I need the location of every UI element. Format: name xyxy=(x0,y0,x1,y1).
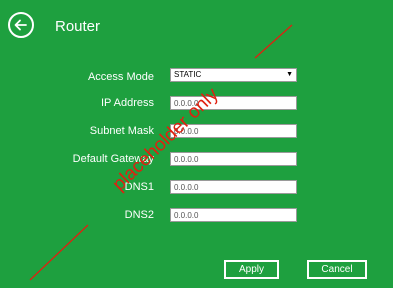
back-button[interactable] xyxy=(8,12,34,38)
dns2-input[interactable] xyxy=(170,208,297,222)
ip-address-label: IP Address xyxy=(101,97,154,109)
arrow-left-icon xyxy=(14,19,27,31)
access-mode-select[interactable]: STATIC ▼ xyxy=(170,68,297,82)
watermark-line-top xyxy=(254,24,293,59)
access-mode-value: STATIC xyxy=(174,70,202,79)
access-mode-label: Access Mode xyxy=(87,71,154,83)
dns1-label: DNS1 xyxy=(124,181,154,193)
placeholder-watermark: placeholder only xyxy=(29,24,293,281)
subnet-mask-label: Subnet Mask xyxy=(89,125,154,137)
default-gateway-input[interactable] xyxy=(170,152,297,166)
default-gateway-label: Default Gateway xyxy=(72,153,154,165)
watermark-line-bottom xyxy=(29,224,89,281)
dns2-label: DNS2 xyxy=(124,209,154,221)
page-title: Router xyxy=(55,18,101,35)
dns1-input[interactable] xyxy=(170,180,297,194)
apply-button[interactable]: Apply xyxy=(224,260,279,279)
ip-address-input[interactable] xyxy=(170,96,297,110)
cancel-button[interactable]: Cancel xyxy=(307,260,367,279)
dropdown-arrow-icon: ▼ xyxy=(286,71,293,78)
subnet-mask-input[interactable] xyxy=(170,124,297,138)
